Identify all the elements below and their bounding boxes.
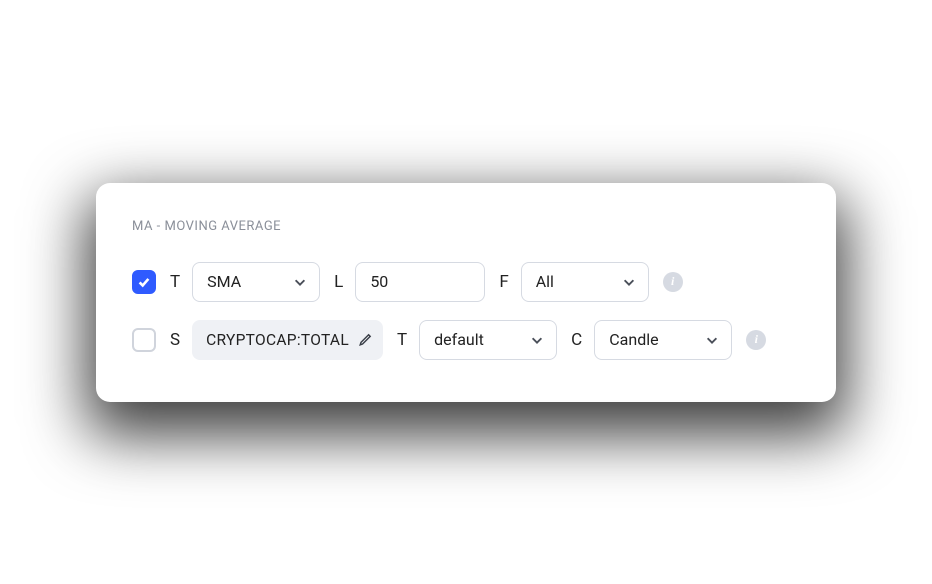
label-filter: F xyxy=(499,272,508,292)
ma-settings-card: MA - MOVING AVERAGE T SMA L F All i S CR… xyxy=(96,183,836,402)
label-symbol: S xyxy=(170,330,180,350)
filter-select[interactable]: All xyxy=(521,262,649,302)
symbol-chip[interactable]: CRYPTOCAP:TOTAL xyxy=(192,320,383,360)
filter-value: All xyxy=(536,272,554,291)
info-icon[interactable]: i xyxy=(663,272,683,292)
chart-value: Candle xyxy=(609,330,658,349)
symbol-text: CRYPTOCAP:TOTAL xyxy=(206,331,349,349)
time-select[interactable]: default xyxy=(419,320,557,360)
label-chart: C xyxy=(571,330,582,350)
label-type: T xyxy=(170,272,180,292)
chevron-down-icon xyxy=(530,333,544,347)
time-value: default xyxy=(434,330,484,349)
check-icon xyxy=(137,275,151,289)
type-value: SMA xyxy=(207,272,241,291)
row-main: T SMA L F All i xyxy=(132,262,800,302)
length-input[interactable] xyxy=(355,262,485,302)
label-length: L xyxy=(334,272,343,292)
chevron-down-icon xyxy=(293,275,307,289)
label-time: T xyxy=(397,330,407,350)
row-source: S CRYPTOCAP:TOTAL T default C Candle i xyxy=(132,320,800,360)
type-select[interactable]: SMA xyxy=(192,262,320,302)
chevron-down-icon xyxy=(705,333,719,347)
enable-checkbox[interactable] xyxy=(132,270,156,294)
chart-select[interactable]: Candle xyxy=(594,320,732,360)
card-title: MA - MOVING AVERAGE xyxy=(132,219,800,234)
info-icon[interactable]: i xyxy=(746,330,766,350)
chevron-down-icon xyxy=(622,275,636,289)
pencil-icon xyxy=(357,332,373,348)
symbol-checkbox[interactable] xyxy=(132,328,156,352)
